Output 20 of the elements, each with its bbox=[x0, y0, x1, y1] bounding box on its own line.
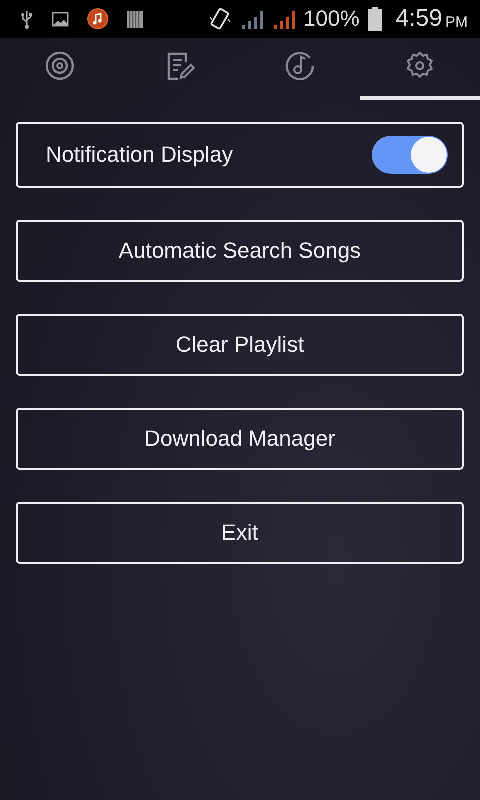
clock-time: 4:59 bbox=[396, 5, 442, 33]
disc-icon bbox=[44, 50, 76, 82]
signal-icon bbox=[272, 8, 296, 30]
setting-button[interactable]: Download Manager bbox=[16, 408, 464, 470]
music-note-icon bbox=[284, 50, 316, 82]
image-icon bbox=[52, 12, 69, 26]
setting-button[interactable]: Exit bbox=[16, 502, 464, 564]
battery-icon bbox=[368, 7, 382, 31]
setting-button[interactable]: Automatic Search Songs bbox=[16, 220, 464, 282]
setting-label: Notification Display bbox=[46, 142, 234, 168]
usb-icon bbox=[20, 9, 34, 29]
signal-icon bbox=[240, 8, 264, 30]
battery-percentage: 100% bbox=[304, 6, 360, 32]
clock-period: PM bbox=[446, 14, 468, 30]
phone-vibrate-icon bbox=[208, 7, 232, 31]
barcode-icon bbox=[127, 10, 143, 28]
toggle-switch[interactable] bbox=[372, 136, 448, 174]
setting-button[interactable]: Clear Playlist bbox=[16, 314, 464, 376]
music-app-icon bbox=[87, 8, 109, 30]
setting-row[interactable]: Notification Display bbox=[16, 122, 464, 188]
